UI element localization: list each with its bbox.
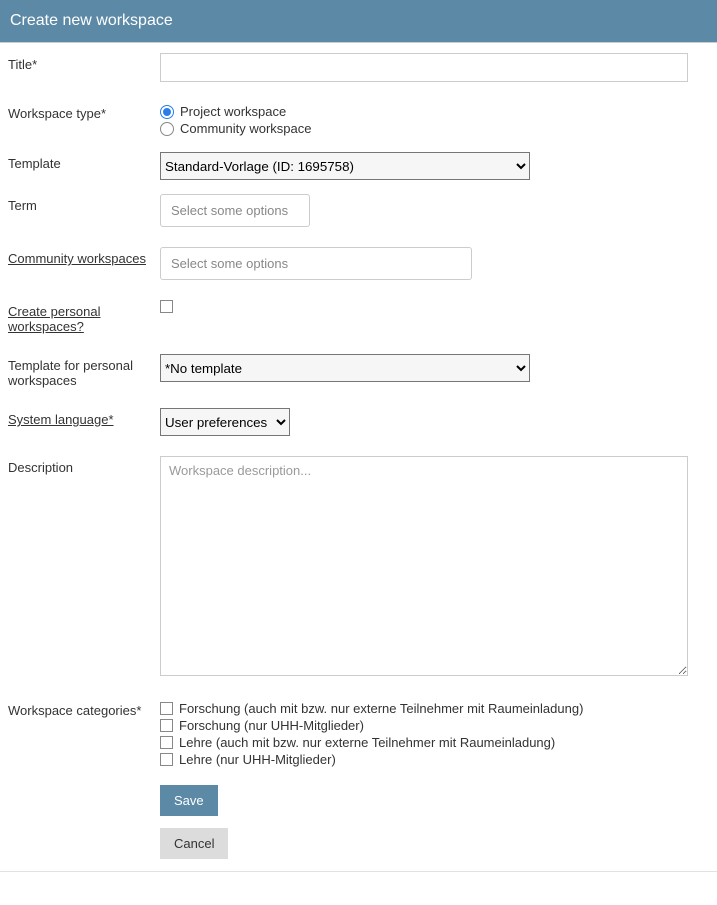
cancel-button[interactable]: Cancel (160, 828, 228, 859)
save-button[interactable]: Save (160, 785, 218, 816)
checkbox-icon (160, 719, 173, 732)
category-item-label: Forschung (auch mit bzw. nur externe Tei… (179, 701, 583, 716)
category-item[interactable]: Lehre (auch mit bzw. nur externe Teilneh… (160, 735, 709, 750)
workspace-type-option-community[interactable]: Community workspace (160, 121, 709, 136)
divider (0, 871, 717, 872)
workspace-type-label: Workspace type* (8, 102, 160, 121)
personal-template-label: Template for personal workspaces (8, 354, 160, 388)
title-label: Title* (8, 53, 160, 72)
category-item[interactable]: Forschung (nur UHH-Mitglieder) (160, 718, 709, 733)
checkbox-icon (160, 753, 173, 766)
template-select[interactable]: Standard-Vorlage (ID: 1695758) (160, 152, 530, 180)
system-language-select[interactable]: User preferences (160, 408, 290, 436)
radio-icon (160, 105, 174, 119)
workspace-type-option-project-label: Project workspace (180, 104, 286, 119)
community-workspaces-placeholder: Select some options (171, 256, 288, 271)
term-placeholder: Select some options (171, 203, 288, 218)
category-item[interactable]: Forschung (auch mit bzw. nur externe Tei… (160, 701, 709, 716)
term-multiselect[interactable]: Select some options (160, 194, 310, 227)
category-item[interactable]: Lehre (nur UHH-Mitglieder) (160, 752, 709, 767)
workspace-type-option-project[interactable]: Project workspace (160, 104, 709, 119)
checkbox-icon (160, 736, 173, 749)
checkbox-icon (160, 702, 173, 715)
community-workspaces-multiselect[interactable]: Select some options (160, 247, 472, 280)
term-label: Term (8, 194, 160, 213)
system-language-label[interactable]: System language* (8, 412, 114, 427)
category-item-label: Lehre (nur UHH-Mitglieder) (179, 752, 336, 767)
radio-icon (160, 122, 174, 136)
dialog-title: Create new workspace (10, 12, 173, 29)
community-workspaces-label[interactable]: Community workspaces (8, 251, 146, 266)
workspace-type-option-community-label: Community workspace (180, 121, 312, 136)
create-personal-label[interactable]: Create personal workspaces? (8, 304, 101, 334)
personal-template-select[interactable]: *No template (160, 354, 530, 382)
template-label: Template (8, 152, 160, 171)
title-input[interactable] (160, 53, 688, 82)
dialog-header: Create new workspace (0, 0, 717, 43)
description-textarea[interactable] (160, 456, 688, 676)
category-item-label: Forschung (nur UHH-Mitglieder) (179, 718, 364, 733)
create-personal-checkbox[interactable] (160, 300, 173, 313)
categories-label: Workspace categories* (8, 699, 160, 718)
category-item-label: Lehre (auch mit bzw. nur externe Teilneh… (179, 735, 555, 750)
description-label: Description (8, 456, 160, 475)
